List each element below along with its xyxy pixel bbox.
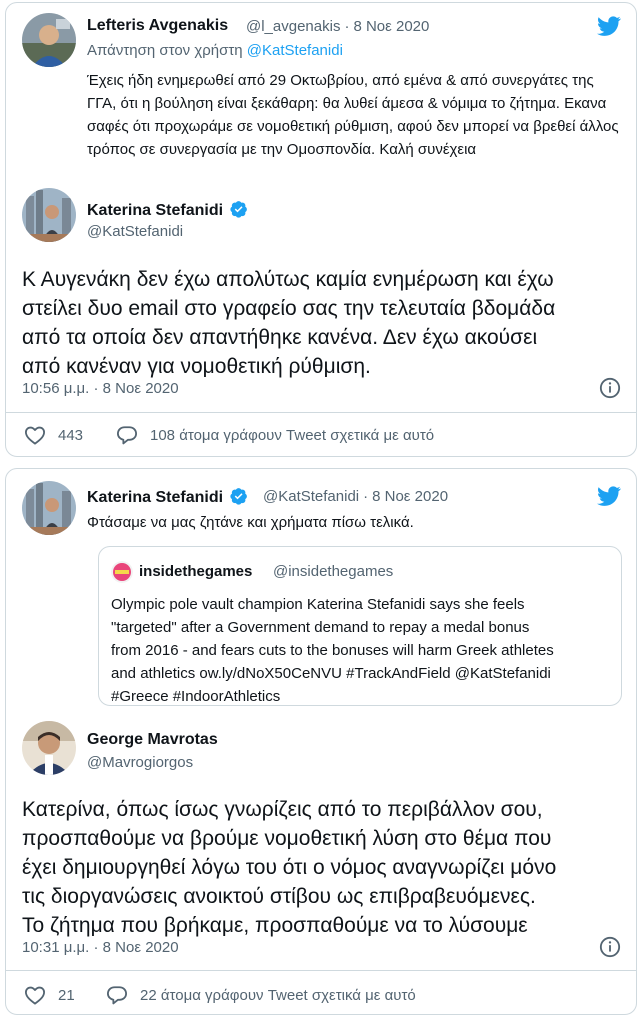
parent-author-meta: @KatStefanidi · 8 Νοε 2020 xyxy=(263,488,449,505)
main-author-name[interactable]: George Mavrotas xyxy=(87,731,218,749)
tweet-timestamp[interactable]: 10:56 μ.μ. · 8 Νοε 2020 xyxy=(22,380,179,397)
avatar-katerina-image xyxy=(22,481,76,535)
avatar-katerina-image xyxy=(22,188,76,242)
comment-button[interactable]: 108 άτομα γράφουν Tweet σχετικά με αυτό xyxy=(116,425,434,445)
parent-author-name-text: Katerina Stefanidi xyxy=(87,489,224,506)
avatar[interactable] xyxy=(22,188,76,242)
comment-icon xyxy=(107,986,127,1005)
heart-icon xyxy=(24,986,45,1005)
parent-author-name[interactable]: Lefteris Avgenakis xyxy=(87,17,228,35)
main-author-handle[interactable]: @Mavrogiorgos xyxy=(87,754,193,771)
divider xyxy=(6,412,636,413)
parent-date[interactable]: 8 Νοε 2020 xyxy=(353,18,429,35)
reply-to-line: Απάντηση στον χρήστη @KatStefanidi xyxy=(87,42,343,59)
info-icon[interactable] xyxy=(599,377,621,399)
avatar-lefteris-image xyxy=(22,13,76,67)
reply-to-label: Απάντηση στον χρήστη xyxy=(87,42,243,59)
main-tweet-text: Κατερίνα, όπως ίσως γνωρίζεις από το περ… xyxy=(22,798,557,937)
verified-badge-icon xyxy=(230,201,248,218)
verified-badge-icon xyxy=(230,488,248,505)
parent-tweet-text: Φτάσαμε να μας ζητάνε και χρήματα πίσω τ… xyxy=(87,514,414,531)
parent-date[interactable]: 8 Νοε 2020 xyxy=(372,488,448,505)
like-count: 21 xyxy=(58,986,75,1004)
main-author-name-text: Katerina Stefanidi xyxy=(87,202,224,219)
avatar[interactable] xyxy=(22,721,76,775)
quote-text: Olympic pole vault champion Katerina Ste… xyxy=(111,596,554,705)
quoted-tweet[interactable]: insidethegames @insidethegames Olympic p… xyxy=(98,546,622,706)
avatar[interactable] xyxy=(22,481,76,535)
comment-label: 108 άτομα γράφουν Tweet σχετικά με αυτό xyxy=(150,426,435,444)
heart-icon xyxy=(24,426,45,445)
like-button[interactable]: 443 xyxy=(24,425,83,445)
like-button[interactable]: 21 xyxy=(24,985,75,1005)
twitter-bird-icon[interactable] xyxy=(595,14,623,38)
info-icon[interactable] xyxy=(599,936,621,958)
avatar xyxy=(111,561,133,583)
comment-button[interactable]: 22 άτομα γράφουν Tweet σχετικά με αυτό xyxy=(106,985,416,1005)
quote-author-handle: @insidethegames xyxy=(273,563,394,580)
avatar-insidethegames-image xyxy=(111,561,133,583)
main-author-handle[interactable]: @KatStefanidi xyxy=(87,223,183,240)
quote-author-name: insidethegames xyxy=(139,563,253,580)
main-tweet-text: Κ Αυγενάκη δεν έχω απολύτως καμία ενημέρ… xyxy=(22,268,556,378)
divider xyxy=(6,970,636,971)
parent-tweet-text: Έχεις ήδη ενημερωθεί από 29 Οκτωβρίου, α… xyxy=(87,72,619,158)
parent-author-handle[interactable]: @KatStefanidi xyxy=(263,488,359,505)
parent-author-handle[interactable]: @l_avgenakis xyxy=(246,18,340,35)
avatar-george-image xyxy=(22,721,76,775)
tweet-timestamp[interactable]: 10:31 μ.μ. · 8 Νοε 2020 xyxy=(22,939,179,956)
main-author-name[interactable]: Katerina Stefanidi xyxy=(87,200,248,220)
parent-author-name[interactable]: Katerina Stefanidi xyxy=(87,487,248,507)
comment-label: 22 άτομα γράφουν Tweet σχετικά με αυτό xyxy=(140,986,416,1004)
avatar[interactable] xyxy=(22,13,76,67)
parent-author-meta: @l_avgenakis · 8 Νοε 2020 xyxy=(246,18,430,35)
embedded-tweet-card-1[interactable]: Lefteris Avgenakis @l_avgenakis · 8 Νοε 20… xyxy=(5,2,637,457)
embedded-tweet-card-2[interactable]: Katerina Stefanidi @KatStefanidi · 8 Νοε 2… xyxy=(5,468,637,1015)
reply-to-mention[interactable]: @KatStefanidi xyxy=(247,42,343,59)
comment-icon xyxy=(117,426,137,445)
twitter-bird-icon[interactable] xyxy=(595,484,623,508)
like-count: 443 xyxy=(58,426,84,444)
